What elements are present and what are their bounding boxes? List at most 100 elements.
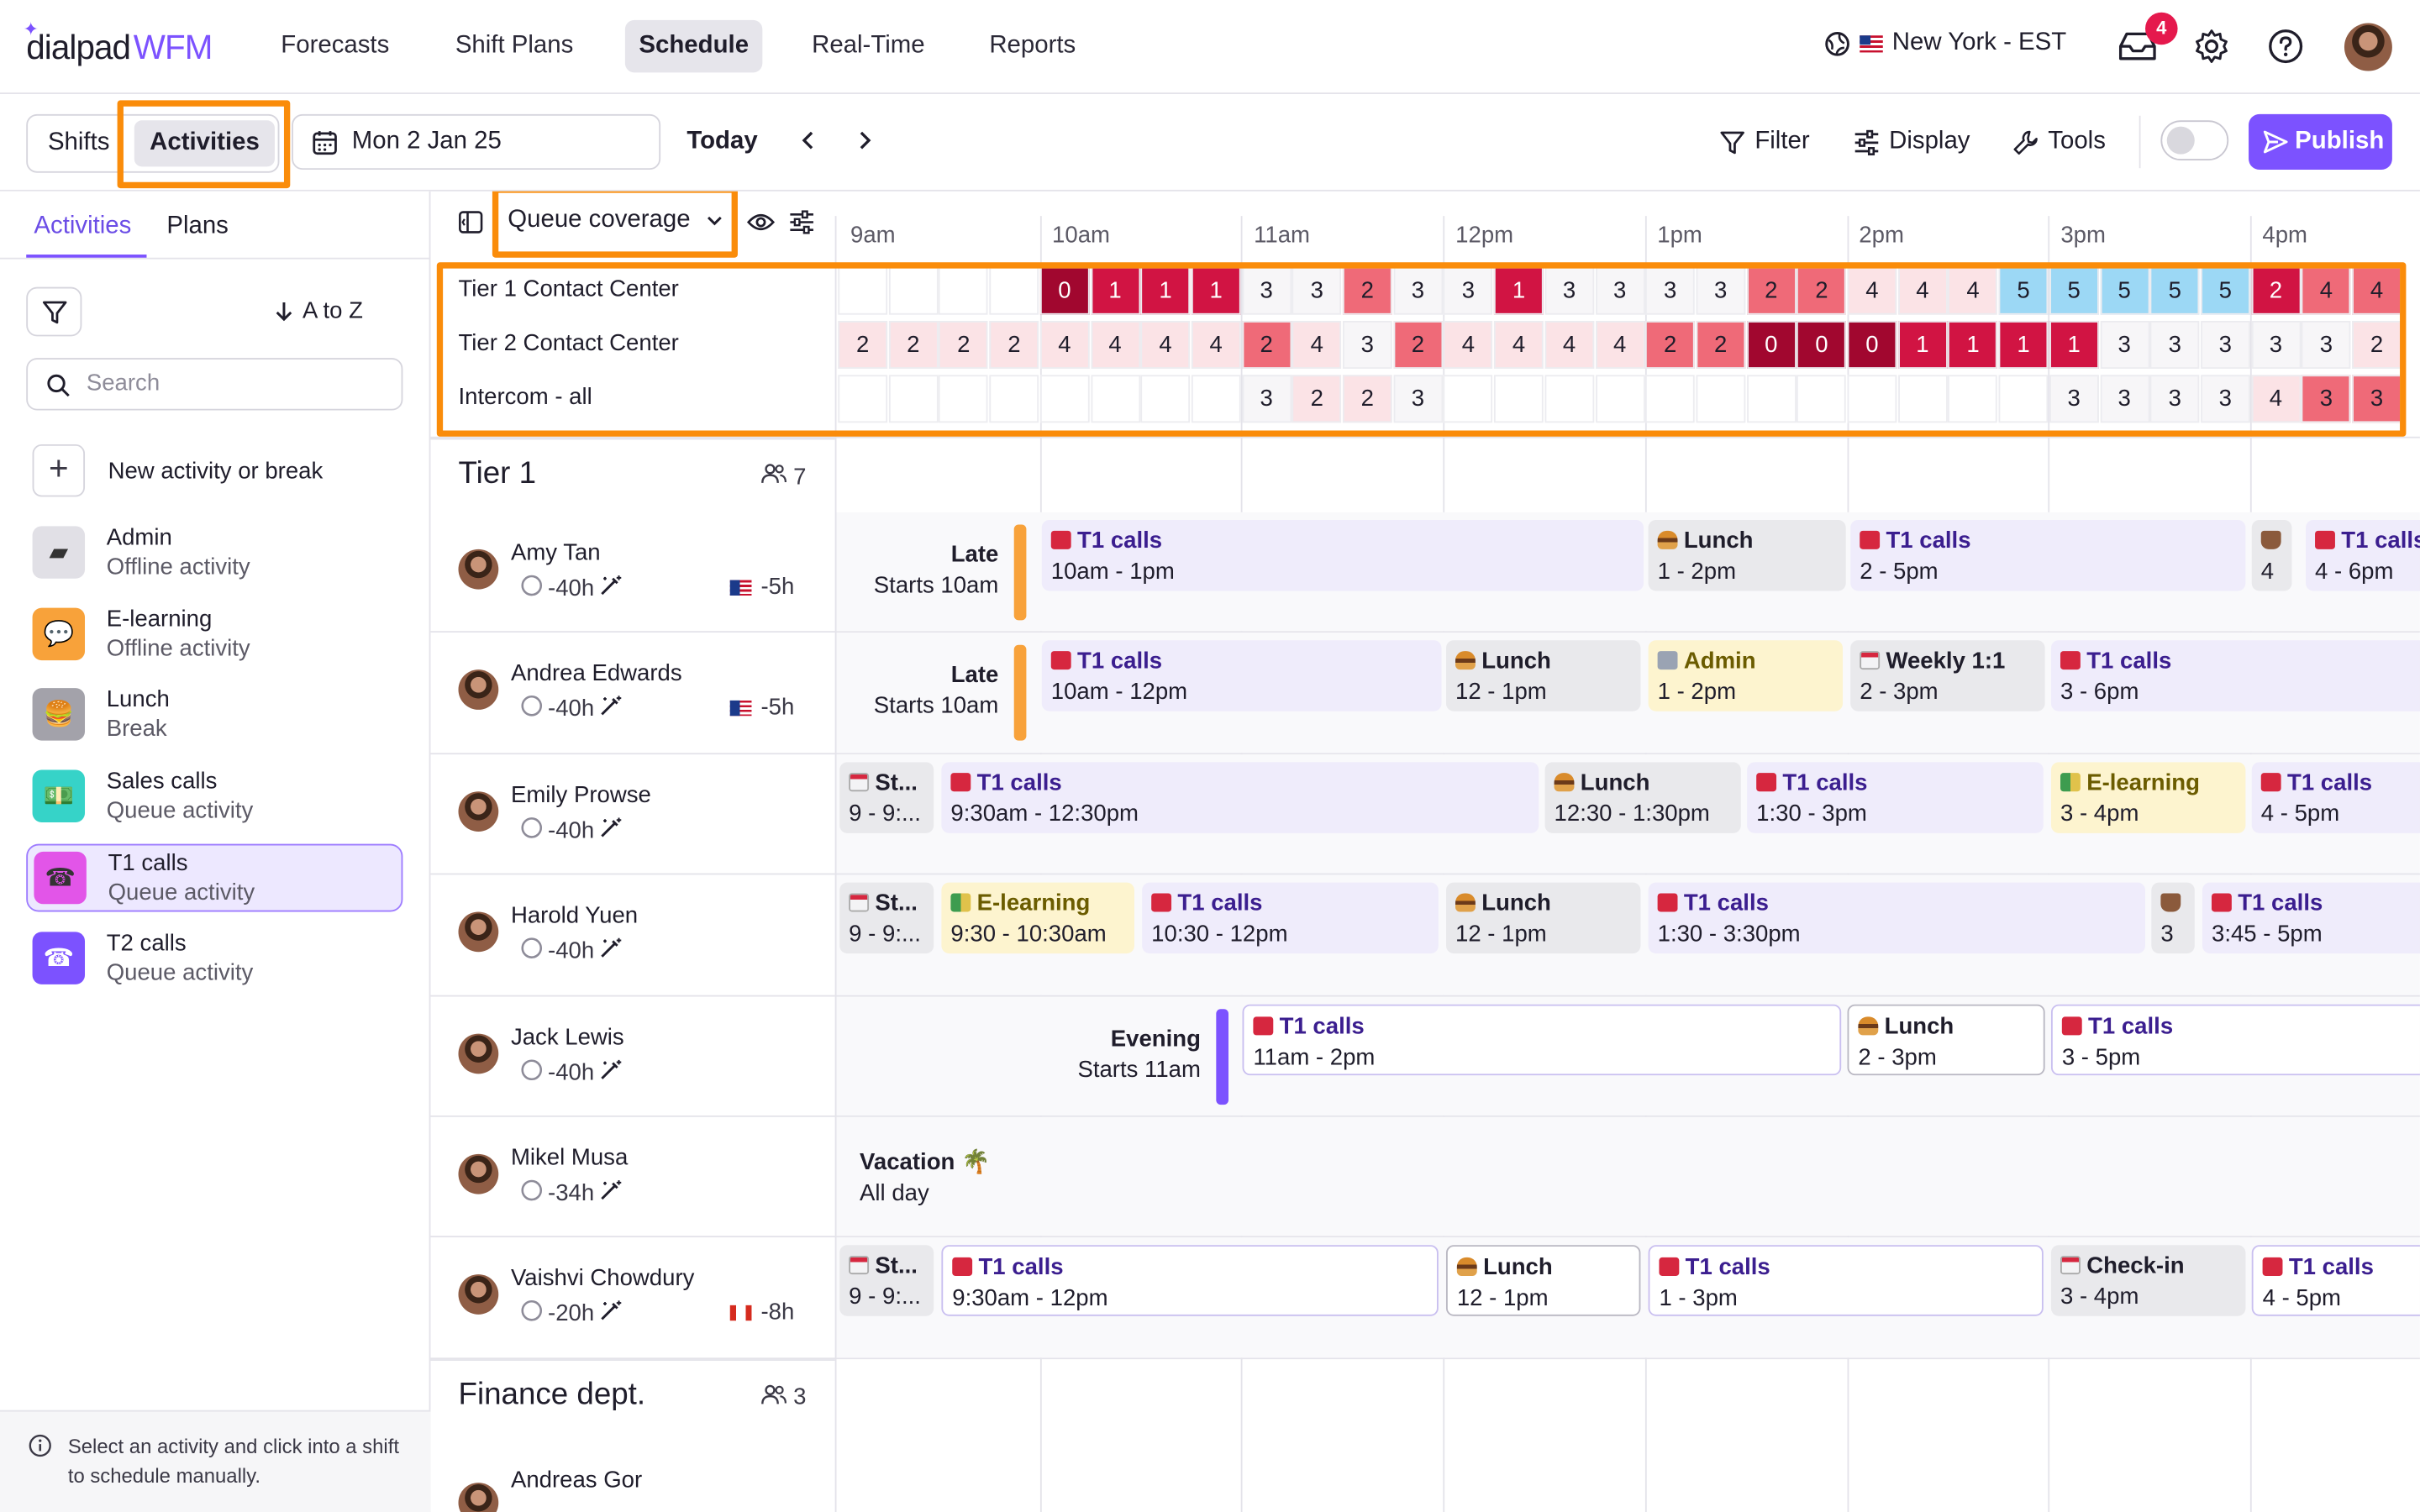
inbox-count-badge: 4	[2145, 12, 2178, 45]
vacation-block[interactable]: Vacation 🌴 All day	[860, 1148, 990, 1210]
activity-filter-button[interactable]	[26, 286, 82, 337]
agent-avatar[interactable]	[458, 1153, 499, 1194]
activity-block[interactable]: E-learning 9:30 - 10:30am	[941, 882, 1134, 954]
coverage-settings-button[interactable]	[789, 210, 815, 243]
phone-icon: ☎	[34, 851, 87, 905]
activity-block[interactable]: St... 9 - 9:...	[839, 761, 934, 833]
activity-block[interactable]: 4	[2251, 519, 2292, 591]
activity-block[interactable]: Lunch 12 - 1pm	[1445, 1245, 1641, 1317]
activity-title: Weekly 1:1	[1886, 648, 2006, 675]
activity-block[interactable]: T1 calls 9:30am - 12:30pm	[941, 761, 1539, 833]
activity-time: 2 - 5pm	[1860, 558, 1939, 585]
agent-name[interactable]: Andreas Gor	[511, 1467, 642, 1493]
user-avatar[interactable]	[2344, 23, 2392, 71]
publish-button[interactable]: Publish	[2249, 113, 2392, 171]
new-activity-button[interactable]: + New activity or break	[26, 438, 402, 507]
agent-name[interactable]: Harold Yuen	[511, 903, 638, 929]
activity-block[interactable]: T1 calls 11am - 2pm	[1242, 1003, 1842, 1075]
activity-block[interactable]: T1 calls 1:30 - 3pm	[1747, 761, 2044, 833]
activity-block[interactable]: E-learning 3 - 4pm	[2050, 761, 2246, 833]
collapse-panel-button[interactable]	[458, 210, 483, 243]
highlight-box	[117, 100, 291, 189]
activity-block[interactable]: T1 calls 3:45 - 5pm	[2202, 882, 2420, 954]
agent-name[interactable]: Andrea Edwards	[511, 661, 682, 687]
activity-block[interactable]: Lunch 12:30 - 1:30pm	[1544, 761, 1741, 833]
agent-name[interactable]: Vaishvi Chowdury	[511, 1266, 694, 1292]
activity-block[interactable]: T1 calls 1 - 3pm	[1648, 1245, 2044, 1317]
settings-button[interactable]	[2190, 24, 2233, 67]
activity-block[interactable]: Weekly 1:1 2 - 3pm	[1850, 640, 2045, 712]
activity-block[interactable]: T1 calls 1:30 - 3:30pm	[1648, 882, 2146, 954]
agent-avatar[interactable]	[458, 1482, 499, 1512]
agent-avatar[interactable]	[458, 1032, 499, 1074]
activity-block[interactable]: Lunch 2 - 3pm	[1847, 1003, 2045, 1075]
tab-reports[interactable]: Reports	[976, 20, 1090, 72]
activity-block[interactable]: Lunch 12 - 1pm	[1445, 882, 1641, 954]
activity-block[interactable]: 3	[2151, 882, 2195, 954]
agent-avatar[interactable]	[458, 669, 499, 711]
activity-block[interactable]: T1 calls 4 - 5pm	[2251, 1245, 2420, 1317]
activity-item-t2-calls[interactable]: ☎ T2 calls Queue activity	[26, 925, 402, 993]
previous-day-button[interactable]	[798, 128, 820, 160]
agent-name[interactable]: Mikel Musa	[511, 1145, 628, 1171]
activity-search-input[interactable]: Search	[26, 358, 403, 411]
sort-button[interactable]: A to Z	[275, 297, 363, 324]
date-picker[interactable]: Mon 2 Jan 25	[292, 113, 661, 171]
agent-name[interactable]: Amy Tan	[511, 540, 601, 566]
group-divider	[430, 438, 835, 440]
hour-label: 9am	[850, 222, 896, 249]
timezone-selector[interactable]: New York - EST	[1824, 29, 2066, 57]
activity-time: 12 - 1pm	[1455, 921, 1547, 948]
tools-button[interactable]: Tools	[2012, 128, 2106, 155]
activity-block[interactable]: Lunch 12 - 1pm	[1445, 640, 1641, 712]
activity-block[interactable]: T1 calls 3 - 5pm	[2050, 1003, 2420, 1075]
agent-avatar[interactable]	[458, 790, 499, 832]
shift-duration-bar	[1013, 645, 1027, 742]
agent-avatar[interactable]	[458, 1274, 499, 1315]
tab-activities[interactable]: Activities	[34, 213, 131, 240]
filter-button[interactable]: Filter	[1719, 128, 1810, 155]
activity-block[interactable]: Admin 1 - 2pm	[1648, 640, 1844, 712]
agent-name[interactable]: Emily Prowse	[511, 782, 651, 808]
activity-item-admin[interactable]: ▰ Admin Offline activity	[26, 520, 402, 588]
activity-block[interactable]: T1 calls 10am - 12pm	[1041, 640, 1442, 712]
shifts-view-button[interactable]: Shifts	[33, 120, 125, 166]
activity-block[interactable]: Check-in 3 - 4pm	[2050, 1245, 2246, 1317]
activity-item-e-learning[interactable]: 💬 E-learning Offline activity	[26, 601, 402, 669]
activity-item-sales-calls[interactable]: 💵 Sales calls Queue activity	[26, 763, 402, 831]
brand-logo[interactable]: ✦ dialpad WFM	[24, 18, 213, 68]
publish-toggle[interactable]	[2160, 120, 2229, 161]
tab-schedule[interactable]: Schedule	[624, 19, 763, 73]
agent-avatar[interactable]	[458, 911, 499, 953]
activity-title: T1 calls	[2238, 890, 2323, 917]
agent-avatar[interactable]	[458, 549, 499, 590]
activity-block[interactable]: T1 calls 4 - 6pm	[2306, 519, 2420, 591]
burger-icon	[1554, 772, 1575, 791]
sliders-icon	[1854, 129, 1879, 155]
activity-item-t1-calls[interactable]: ☎ T1 calls Queue activity	[26, 843, 403, 912]
tab-shift-plans[interactable]: Shift Plans	[441, 20, 587, 72]
display-button[interactable]: Display	[1854, 128, 1970, 155]
activity-block[interactable]: St... 9 - 9:...	[839, 882, 934, 954]
agent-name[interactable]: Jack Lewis	[511, 1024, 624, 1050]
next-day-button[interactable]	[854, 128, 876, 160]
activity-block[interactable]: T1 calls 9:30am - 12pm	[941, 1245, 1439, 1317]
activity-block[interactable]: T1 calls 10:30 - 12pm	[1142, 882, 1439, 954]
activity-item-lunch[interactable]: 🍔 Lunch Break	[26, 682, 402, 750]
activity-block[interactable]: Lunch 1 - 2pm	[1648, 519, 1846, 591]
activity-title: St...	[875, 890, 918, 917]
activity-block[interactable]: T1 calls 2 - 5pm	[1850, 519, 2246, 591]
activity-block[interactable]: T1 calls 4 - 5pm	[2251, 761, 2420, 833]
activity-block[interactable]: St... 9 - 9:...	[839, 1245, 934, 1317]
eye-icon	[746, 213, 776, 231]
today-button[interactable]: Today	[687, 128, 757, 155]
visibility-button[interactable]	[746, 212, 776, 241]
tab-real-time[interactable]: Real-Time	[798, 20, 939, 72]
tab-plans[interactable]: Plans	[166, 213, 229, 240]
shift-name: Evening	[1110, 1025, 1201, 1052]
tab-forecasts[interactable]: Forecasts	[267, 20, 403, 72]
activity-block[interactable]: T1 calls 3 - 6pm	[2050, 640, 2420, 712]
activity-time: 1 - 2pm	[1657, 679, 1737, 706]
activity-block[interactable]: T1 calls 10am - 1pm	[1041, 519, 1644, 591]
help-button[interactable]	[2264, 24, 2307, 67]
